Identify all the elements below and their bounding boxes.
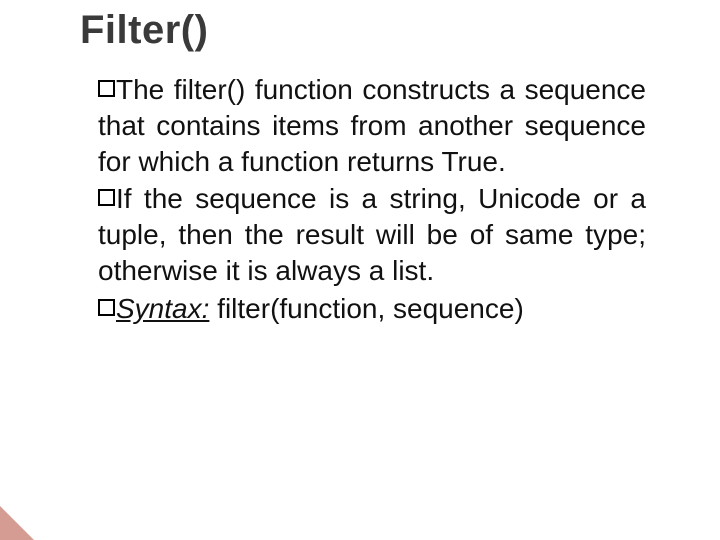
syntax-value: filter(function, sequence) bbox=[217, 293, 524, 324]
corner-accent bbox=[0, 506, 34, 540]
bullet-2-lead: If bbox=[116, 183, 132, 214]
bullet-2-rest: the sequence is a string, Unicode or a t… bbox=[98, 183, 646, 286]
slide-title: Filter() bbox=[80, 8, 208, 53]
bullet-1-rest: filter() function constructs a sequence … bbox=[98, 74, 646, 177]
bullet-1-lead: The bbox=[116, 74, 164, 105]
checkbox-icon bbox=[98, 299, 115, 316]
slide-body: The filter() function constructs a seque… bbox=[98, 72, 646, 329]
checkbox-icon bbox=[98, 189, 115, 206]
syntax-label: Syntax: bbox=[116, 293, 209, 324]
slide: Filter() The filter() function construct… bbox=[0, 0, 720, 540]
bullet-2: If the sequence is a string, Unicode or … bbox=[98, 181, 646, 288]
bullet-syntax: Syntax: filter(function, sequence) bbox=[98, 291, 646, 327]
checkbox-icon bbox=[98, 80, 115, 97]
bullet-1: The filter() function constructs a seque… bbox=[98, 72, 646, 179]
